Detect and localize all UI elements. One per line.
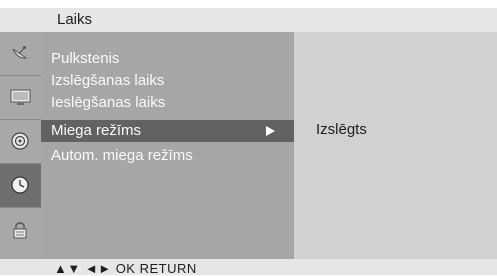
value-panel bbox=[294, 32, 497, 259]
clock-icon bbox=[11, 176, 29, 194]
menu-item-sleep-timer[interactable]: Miega režīms bbox=[41, 120, 294, 142]
menu-item-off-time[interactable]: Izslēgšanas laiks bbox=[41, 70, 294, 92]
satellite-dish-icon bbox=[12, 46, 28, 59]
tv-osd-menu: Laiks Pulkstenis Izslēgšanas laiks Ieslē… bbox=[0, 0, 497, 276]
submenu-arrow-icon bbox=[266, 126, 275, 136]
sleep-timer-value: Izslēgts bbox=[316, 121, 367, 138]
menu-item-label: Ieslēgšanas laiks bbox=[51, 94, 166, 111]
navigation-hint: ▲▼ ◄► OK RETURN bbox=[54, 261, 197, 276]
page-title: Laiks bbox=[57, 11, 93, 28]
title-bar: Laiks bbox=[0, 8, 497, 32]
menu-item-label: Autom. miega režīms bbox=[51, 147, 193, 164]
lock-icon bbox=[13, 222, 27, 239]
menu-item-auto-sleep[interactable]: Autom. miega režīms bbox=[41, 145, 294, 167]
tv-screen-icon bbox=[10, 89, 31, 105]
menu-item-label: Pulkstenis bbox=[51, 50, 120, 67]
menu-item-on-time[interactable]: Ieslēgšanas laiks bbox=[41, 92, 294, 114]
category-picture[interactable] bbox=[0, 76, 41, 120]
category-time[interactable] bbox=[0, 164, 41, 208]
category-lock[interactable] bbox=[0, 208, 41, 259]
speaker-icon bbox=[11, 132, 29, 150]
category-sound[interactable] bbox=[0, 120, 41, 164]
category-icon-column bbox=[0, 32, 41, 259]
menu-item-label: Miega režīms bbox=[51, 122, 142, 139]
category-channel[interactable] bbox=[0, 32, 41, 76]
menu-item-clock[interactable]: Pulkstenis bbox=[41, 48, 294, 70]
menu-item-label: Izslēgšanas laiks bbox=[51, 72, 165, 89]
